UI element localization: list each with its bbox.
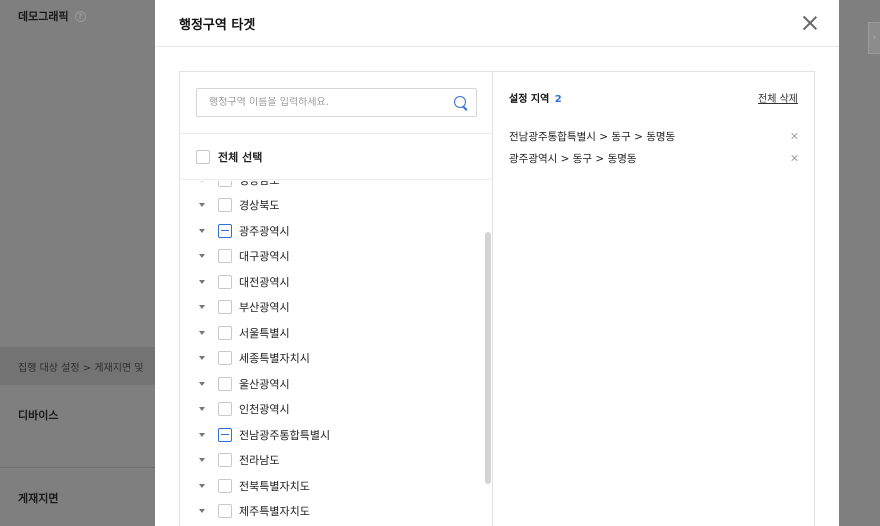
expand-caret-icon[interactable]: [199, 203, 205, 208]
region-checkbox[interactable]: [218, 504, 232, 519]
clear-all-link[interactable]: 전체 삭제: [758, 90, 798, 105]
region-label: 대구광역시: [239, 250, 290, 264]
region-label: 경상남도: [239, 181, 279, 188]
region-item[interactable]: 부산광역시: [180, 295, 492, 321]
region-checkbox[interactable]: [218, 181, 232, 187]
region-panel: 전체 선택 경상남도경상북도광주광역시대구광역시대전광역시부산광역시서울특별시세…: [179, 71, 815, 526]
region-item[interactable]: 세종특별자치시: [180, 346, 492, 372]
region-list-pane: 전체 선택 경상남도경상북도광주광역시대구광역시대전광역시부산광역시서울특별시세…: [180, 72, 493, 526]
region-label: 전라남도: [239, 454, 280, 468]
region-item[interactable]: 제주특별자치도: [180, 499, 492, 525]
expand-caret-icon[interactable]: [199, 305, 205, 310]
region-label: 서울특별시: [239, 326, 290, 340]
region-checkbox[interactable]: [218, 427, 232, 442]
region-checkbox[interactable]: [218, 478, 232, 493]
settings-path: 집행 대상 설정 > 게재지면 및: [0, 347, 155, 385]
expand-caret-icon[interactable]: [199, 279, 205, 284]
info-icon: ?: [74, 10, 86, 22]
region-item[interactable]: 대전광역시: [180, 269, 492, 295]
region-checkbox[interactable]: [218, 376, 232, 391]
region-checkbox[interactable]: [218, 325, 232, 340]
demographic-heading: 데모그래픽 ?: [18, 8, 137, 24]
region-item[interactable]: 경상남도: [180, 181, 492, 193]
region-label: 대전광역시: [239, 275, 290, 289]
region-checkbox[interactable]: [218, 198, 232, 213]
selected-title-wrap: 설정 지역 2: [509, 90, 562, 105]
search-area: [180, 72, 492, 134]
expand-caret-icon[interactable]: [199, 458, 205, 463]
region-item[interactable]: 울산광역시: [180, 371, 492, 397]
region-item[interactable]: 전라남도: [180, 448, 492, 474]
remove-icon[interactable]: [790, 154, 798, 162]
region-tree-list: 경상남도경상북도광주광역시대구광역시대전광역시부산광역시서울특별시세종특별자치시…: [180, 181, 492, 524]
scrollbar[interactable]: [485, 232, 491, 484]
region-target-modal: 행정구역 타겟 전체 선택 경상남도경상북도광주광역시대구광역시대전광역시부산광…: [155, 0, 839, 526]
region-tree: 경상남도경상북도광주광역시대구광역시대전광역시부산광역시서울특별시세종특별자치시…: [180, 181, 492, 526]
device-section-title: 디바이스: [0, 385, 155, 468]
demographic-section: 데모그래픽 ?: [0, 0, 155, 345]
selected-list: 전남광주통합특별시 > 동구 > 동명동광주광역시 > 동구 > 동명동: [509, 125, 798, 169]
selected-region-label: 전남광주통합특별시 > 동구 > 동명동: [509, 130, 676, 143]
search-box: [196, 88, 477, 117]
selected-header: 설정 지역 2 전체 삭제: [509, 90, 798, 105]
region-item[interactable]: 광주광역시: [180, 218, 492, 244]
region-label: 전북특별자치도: [239, 479, 310, 493]
expand-caret-icon[interactable]: [199, 483, 205, 488]
region-item[interactable]: 경상북도: [180, 193, 492, 219]
selected-count: 2: [554, 93, 562, 105]
chevron-right-icon[interactable]: ›: [868, 22, 880, 54]
expand-caret-icon[interactable]: [199, 381, 205, 386]
expand-caret-icon[interactable]: [199, 181, 205, 182]
expand-caret-icon[interactable]: [199, 254, 205, 259]
modal-title: 행정구역 타겟: [179, 17, 256, 33]
expand-caret-icon[interactable]: [199, 509, 205, 514]
select-all-row[interactable]: 전체 선택: [180, 134, 492, 180]
region-item[interactable]: 인천광역시: [180, 397, 492, 423]
expand-caret-icon[interactable]: [199, 228, 205, 233]
region-label: 세종특별자치시: [239, 352, 310, 366]
expand-caret-icon[interactable]: [199, 432, 205, 437]
region-label: 전남광주통합특별시: [239, 428, 331, 442]
region-checkbox[interactable]: [218, 351, 232, 366]
region-checkbox[interactable]: [218, 402, 232, 417]
modal-header: 행정구역 타겟: [155, 0, 839, 47]
selected-title: 설정 지역: [509, 93, 550, 105]
search-input[interactable]: [209, 97, 454, 108]
search-icon[interactable]: [454, 95, 468, 110]
region-label: 제주특별자치도: [239, 505, 310, 519]
region-checkbox[interactable]: [218, 249, 232, 264]
region-item[interactable]: 서울특별시: [180, 320, 492, 346]
selected-region-item: 전남광주통합특별시 > 동구 > 동명동: [509, 125, 798, 147]
selected-regions-pane: 설정 지역 2 전체 삭제 전남광주통합특별시 > 동구 > 동명동광주광역시 …: [493, 72, 814, 526]
select-all-checkbox[interactable]: [196, 149, 210, 164]
close-icon[interactable]: [801, 14, 819, 32]
select-all-label: 전체 선택: [218, 150, 263, 164]
expand-caret-icon[interactable]: [199, 407, 205, 412]
selected-region-label: 광주광역시 > 동구 > 동명동: [509, 152, 637, 165]
region-checkbox[interactable]: [218, 453, 232, 468]
placement-section-title: 게재지면: [18, 492, 59, 505]
region-checkbox[interactable]: [218, 274, 232, 289]
region-item[interactable]: 전남광주통합특별시: [180, 422, 492, 448]
region-item[interactable]: 전북특별자치도: [180, 473, 492, 499]
region-checkbox[interactable]: [218, 223, 232, 238]
region-label: 부산광역시: [239, 301, 290, 315]
selected-region-item: 광주광역시 > 동구 > 동명동: [509, 147, 798, 169]
expand-caret-icon[interactable]: [199, 356, 205, 361]
region-label: 경상북도: [239, 199, 280, 213]
region-checkbox[interactable]: [218, 300, 232, 315]
region-label: 울산광역시: [239, 377, 290, 391]
region-label: 광주광역시: [239, 224, 290, 238]
remove-icon[interactable]: [790, 132, 798, 140]
region-item[interactable]: 대구광역시: [180, 244, 492, 270]
region-label: 인천광역시: [239, 403, 290, 417]
expand-caret-icon[interactable]: [199, 330, 205, 335]
demographic-title: 데모그래픽: [18, 10, 69, 23]
